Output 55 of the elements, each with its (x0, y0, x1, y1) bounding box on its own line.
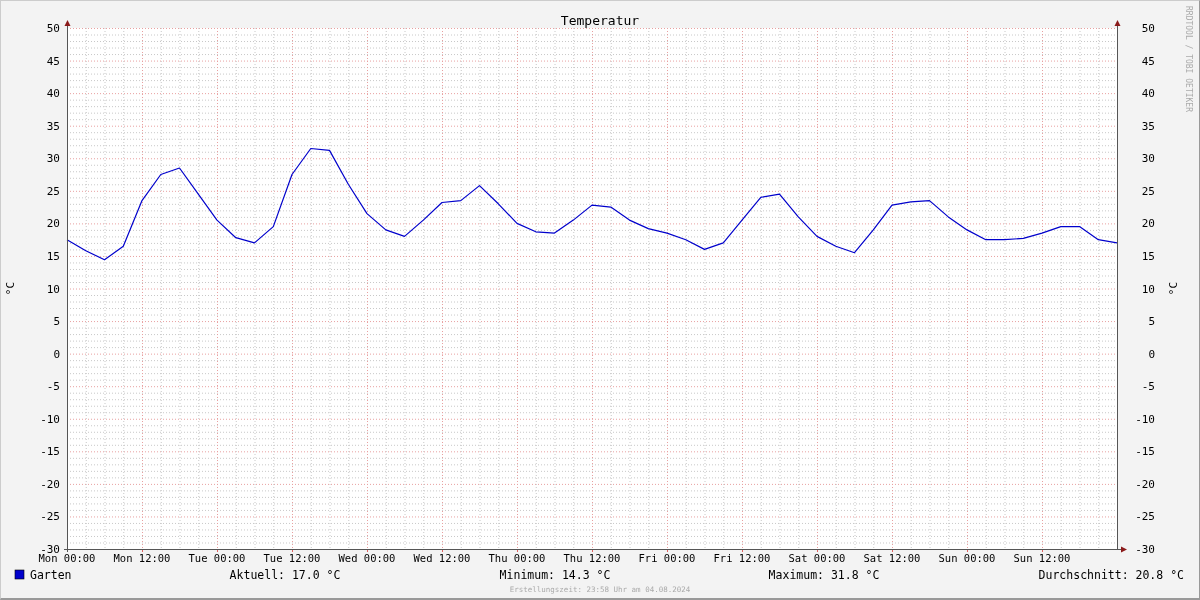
statistic-text: Minimum: 14.3 °C (499, 568, 611, 582)
y-tick-label: 10 (1141, 282, 1155, 296)
y-tick-label: 40 (1141, 87, 1155, 101)
legend-label: Garten (30, 568, 72, 582)
y-tick-label: 5 (1148, 315, 1155, 329)
y-tick-label: 45 (1141, 54, 1155, 68)
y-tick-label: 15 (1141, 249, 1155, 263)
x-tick-label: Sat 12:00 (863, 552, 921, 564)
y-tick-label: 30 (46, 152, 60, 166)
x-tick-label: Thu 00:00 (488, 552, 546, 564)
x-tick-label: Thu 12:00 (563, 552, 621, 564)
x-tick-label: Wed 12:00 (413, 552, 471, 564)
y-tick-label: 25 (46, 184, 60, 198)
y-tick-label: 45 (46, 54, 60, 68)
y-tick-label: 0 (53, 347, 60, 361)
x-tick-label: Tue 12:00 (263, 552, 321, 564)
x-tick-label: Tue 00:00 (188, 552, 246, 564)
y-tick-label: 20 (46, 217, 60, 231)
x-tick-label: Fri 12:00 (713, 552, 771, 564)
x-tick-label: Sun 00:00 (938, 552, 996, 564)
axis-label: °C (4, 281, 17, 296)
y-tick-label: -10 (1135, 412, 1155, 426)
x-tick-label: Sun 12:00 (1013, 552, 1071, 564)
statistic-text: Aktuell: 17.0 °C (229, 568, 341, 582)
y-tick-label: 25 (1141, 184, 1155, 198)
axis-label: °C (1167, 281, 1180, 296)
chart-title: Temperatur (560, 13, 640, 28)
x-tick-label: Mon 12:00 (113, 552, 171, 564)
y-tick-label: 50 (46, 22, 60, 35)
y-tick-label: 50 (1141, 22, 1155, 35)
y-tick-label: -5 (46, 380, 60, 394)
y-tick-label: 0 (1148, 347, 1155, 361)
y-tick-label: -20 (1135, 477, 1155, 491)
y-tick-label: -20 (40, 477, 60, 491)
y-tick-label: -15 (40, 445, 60, 459)
y-tick-label: -25 (1135, 510, 1155, 524)
x-tick-label: Fri 00:00 (638, 552, 696, 564)
y-tick-label: -5 (1141, 380, 1155, 394)
x-tick-label: Sat 00:00 (788, 552, 846, 564)
y-tick-label: 40 (46, 87, 60, 101)
credit-text: RRDTOOL / TOBI OETIKER (1184, 6, 1193, 112)
y-tick-label: 5 (53, 315, 60, 329)
x-tick-label: Wed 00:00 (338, 552, 396, 564)
y-tick-label: -30 (1135, 543, 1155, 556)
y-tick-label: 35 (46, 119, 60, 133)
statistic-text: Maximum: 31.8 °C (768, 568, 880, 582)
y-tick-label: 10 (46, 282, 60, 296)
y-tick-label: -10 (40, 412, 60, 426)
statistic-text: Durchschnitt: 20.8 °C (1038, 568, 1184, 582)
y-tick-label: 35 (1141, 119, 1155, 133)
y-tick-label: 15 (46, 249, 60, 263)
y-tick-label: 20 (1141, 217, 1155, 231)
y-tick-label: -25 (40, 510, 60, 524)
y-tick-label: 30 (1141, 152, 1155, 166)
y-tick-label: -15 (1135, 445, 1155, 459)
